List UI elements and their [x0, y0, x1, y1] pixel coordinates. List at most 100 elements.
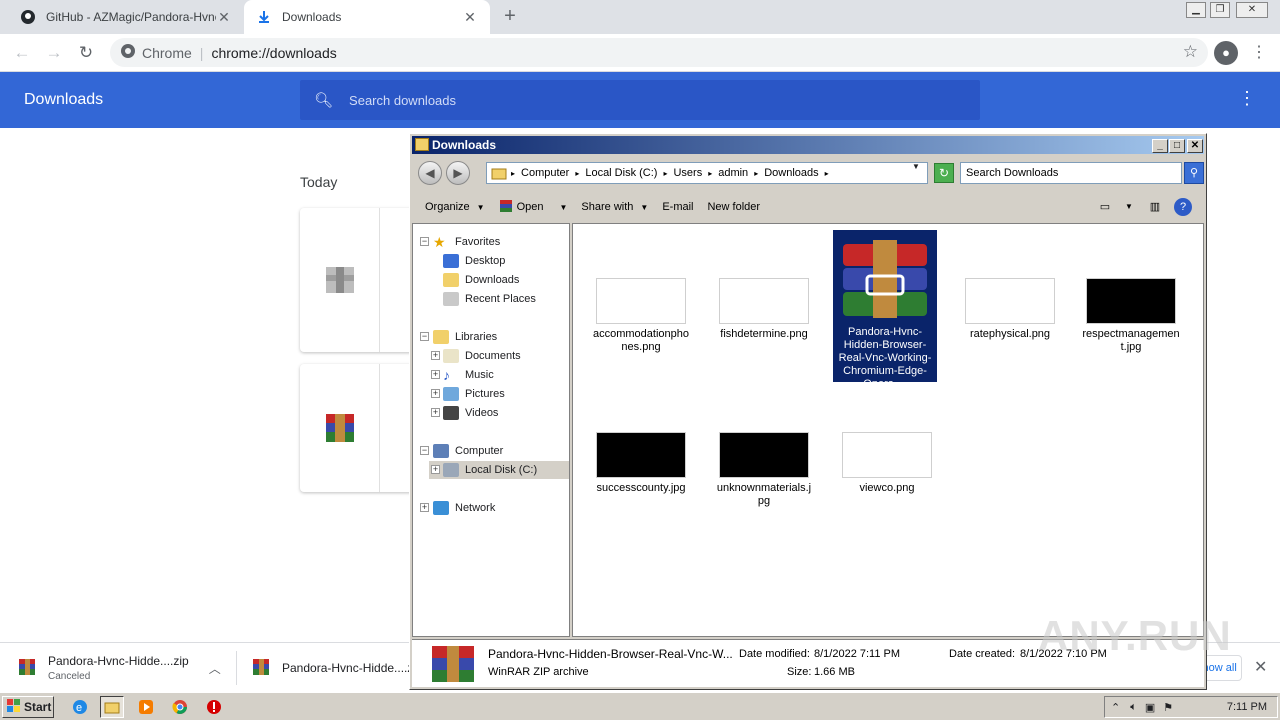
chevron-icon[interactable]: ▸ — [511, 169, 515, 178]
nav-recent-places[interactable]: Recent Places — [443, 290, 536, 308]
chevron-icon[interactable]: ▸ — [663, 169, 667, 178]
forward-button[interactable]: ▶ — [446, 161, 470, 185]
close-window-button[interactable]: ✕ — [1236, 2, 1268, 18]
media-player-icon[interactable] — [134, 696, 158, 718]
chevron-icon[interactable]: ▸ — [825, 169, 829, 178]
stop-icon[interactable] — [202, 696, 226, 718]
close-shelf-icon[interactable]: ✕ — [1254, 657, 1267, 677]
organize-button[interactable]: Organize ▼ — [418, 195, 492, 219]
expand-icon[interactable]: + — [431, 370, 440, 379]
expand-icon[interactable]: + — [431, 351, 440, 360]
chevron-icon[interactable]: ▸ — [754, 169, 758, 178]
nav-local-disk[interactable]: Local Disk (C:) — [429, 461, 569, 479]
breadcrumb-item[interactable]: Downloads — [764, 167, 818, 179]
close-tab-icon[interactable]: ✕ — [462, 9, 478, 26]
nav-computer[interactable]: Computer — [433, 442, 503, 460]
share-with-button[interactable]: Share with ▼ — [574, 195, 655, 219]
new-tab-button[interactable]: + — [498, 4, 522, 28]
tab-github[interactable]: GitHub - AZMagic/Pandora-Hvnc-Hid ✕ — [8, 0, 244, 34]
collapse-icon[interactable]: − — [420, 332, 429, 341]
nav-videos[interactable]: Videos — [443, 404, 498, 422]
volume-icon[interactable]: 🔈︎ — [1130, 701, 1137, 714]
disk-icon — [443, 463, 459, 477]
email-button[interactable]: E-mail — [655, 195, 700, 219]
breadcrumb-item[interactable]: Users — [673, 167, 702, 179]
restore-button[interactable]: ❐ — [1210, 2, 1230, 18]
nav-favorites[interactable]: ★ Favorites — [433, 233, 500, 251]
download-card[interactable] — [300, 208, 420, 352]
account-avatar-icon[interactable]: ● — [1214, 41, 1238, 65]
expand-icon[interactable]: + — [431, 465, 440, 474]
search-explorer-input[interactable]: Search Downloads — [960, 162, 1182, 184]
more-actions-icon[interactable]: ⋮ — [1238, 88, 1256, 109]
nav-label: Computer — [455, 445, 504, 457]
nav-network[interactable]: Network — [433, 499, 495, 517]
chevron-up-icon[interactable]: ︿ — [209, 660, 221, 677]
shelf-item[interactable]: Pandora-Hvnc-Hidde....zip Canceled ︿ — [18, 643, 221, 693]
preview-pane-icon[interactable]: ▥ — [1146, 198, 1164, 216]
breadcrumb-item[interactable]: Computer — [521, 167, 569, 179]
file-item[interactable]: respectmanagement.jpg — [1079, 278, 1183, 354]
file-name: respectmanagement.jpg — [1082, 328, 1180, 353]
breadcrumb-item[interactable]: Local Disk (C:) — [585, 167, 657, 179]
tray-expand-icon[interactable]: ⌃ — [1111, 701, 1120, 714]
file-item[interactable]: ratephysical.png — [958, 278, 1062, 341]
chevron-down-icon[interactable]: ▼ — [1120, 198, 1138, 216]
minimize-button[interactable]: _ — [1152, 139, 1168, 153]
winrar-icon — [18, 658, 36, 679]
omnibox[interactable]: Chrome | chrome://downloads ☆ — [110, 38, 1208, 67]
bookmark-star-icon[interactable]: ☆ — [1183, 42, 1198, 62]
date-heading: Today — [300, 174, 338, 190]
chrome-icon[interactable] — [168, 696, 192, 718]
forward-button[interactable]: → — [42, 41, 66, 65]
file-item[interactable]: fishdetermine.png — [712, 278, 816, 341]
nav-music[interactable]: ♪ Music — [443, 366, 494, 384]
search-downloads-input[interactable]: 🔍︎ Search downloads — [300, 80, 980, 120]
ie-icon[interactable]: e — [68, 696, 92, 718]
chevron-icon[interactable]: ▸ — [575, 169, 579, 178]
back-button[interactable]: ← — [10, 41, 34, 65]
file-item[interactable]: accommodationphones.png — [589, 278, 693, 354]
refresh-icon[interactable]: ↻ — [934, 163, 954, 183]
nav-pictures[interactable]: Pictures — [443, 385, 505, 403]
breadcrumb-item[interactable]: admin — [718, 167, 748, 179]
minimize-button[interactable]: ▁ — [1186, 2, 1206, 18]
view-icon[interactable]: ▭ — [1096, 198, 1114, 216]
address-bar[interactable]: ▸ Computer ▸ Local Disk (C:) ▸ Users ▸ admi… — [486, 162, 928, 184]
start-button[interactable]: Start — [2, 696, 54, 718]
expand-icon[interactable]: + — [431, 389, 440, 398]
open-button[interactable]: Open ▼ — [492, 195, 575, 219]
details-size-label: Size: — [787, 666, 812, 678]
chevron-icon[interactable]: ▸ — [708, 169, 712, 178]
navigation-pane: − ★ Favorites Desktop Downloads Recent Pl… — [412, 223, 570, 637]
shelf-item[interactable]: Pandora-Hvnc-Hidde....zip — [252, 643, 423, 693]
flag-icon[interactable]: ⚑ — [1163, 701, 1173, 714]
explorer-icon[interactable] — [100, 696, 124, 718]
nav-downloads[interactable]: Downloads — [443, 271, 519, 289]
nav-documents[interactable]: Documents — [443, 347, 521, 365]
chrome-menu-icon[interactable]: ⋮ — [1250, 41, 1268, 65]
file-item[interactable]: successcounty.jpg — [589, 432, 693, 495]
nav-desktop[interactable]: Desktop — [443, 252, 505, 270]
maximize-button[interactable]: □ — [1169, 139, 1185, 153]
expand-icon[interactable]: + — [431, 408, 440, 417]
tab-downloads[interactable]: Downloads ✕ — [244, 0, 490, 34]
file-item-selected[interactable]: Pandora-Hvnc-Hidden-Browser-Real-Vnc-Wor… — [833, 230, 937, 390]
file-item[interactable]: viewco.png — [835, 432, 939, 495]
omnibox-separator: | — [199, 44, 204, 61]
reload-button[interactable]: ↻ — [74, 41, 98, 65]
collapse-icon[interactable]: − — [420, 237, 429, 246]
expand-icon[interactable]: + — [420, 503, 429, 512]
nav-libraries[interactable]: Libraries — [433, 328, 497, 346]
new-folder-button[interactable]: New folder — [700, 195, 767, 219]
file-item[interactable]: unknownmaterials.jpg — [712, 432, 816, 508]
collapse-icon[interactable]: − — [420, 446, 429, 455]
close-button[interactable]: ✕ — [1187, 139, 1203, 153]
network-tray-icon[interactable]: ▣ — [1145, 701, 1155, 714]
download-card[interactable] — [300, 364, 420, 492]
address-dropdown-icon[interactable]: ▼ — [912, 162, 920, 171]
back-button[interactable]: ◀ — [418, 161, 442, 185]
help-icon[interactable]: ? — [1174, 198, 1192, 216]
close-tab-icon[interactable]: ✕ — [216, 9, 232, 26]
search-icon[interactable]: ⚲ — [1184, 162, 1204, 184]
